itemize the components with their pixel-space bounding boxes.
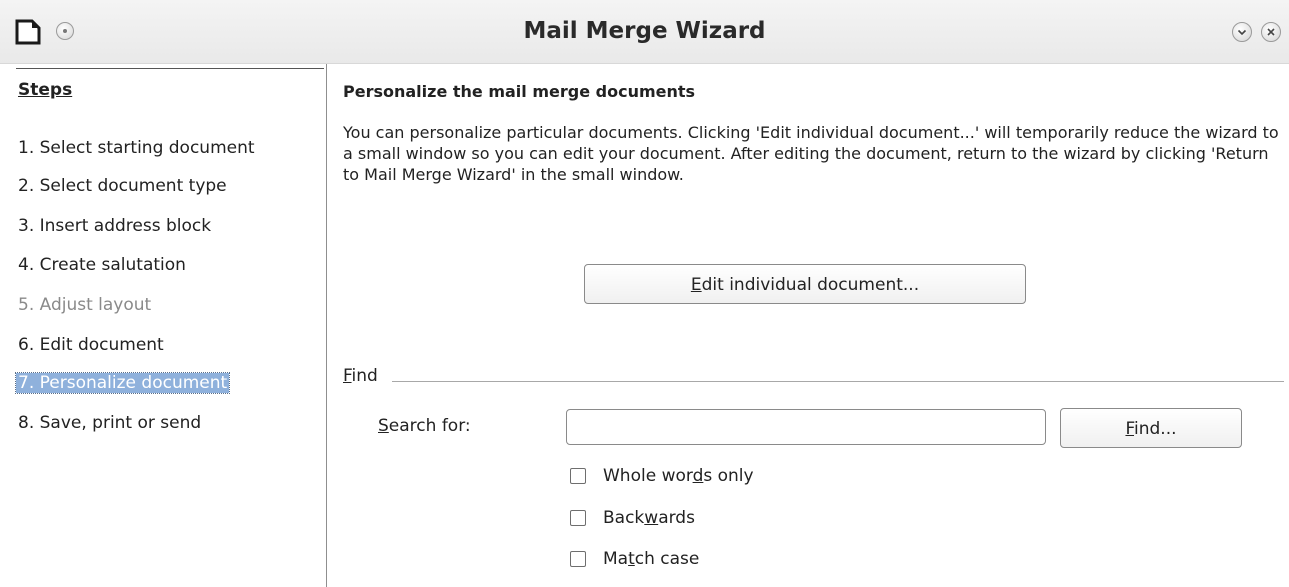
steps-panel: Steps 1. Select starting document 2. Sel… [0, 64, 327, 587]
mnemonic: E [690, 275, 702, 295]
minimize-button[interactable] [1232, 22, 1252, 42]
whole-words-checkbox[interactable] [570, 468, 586, 484]
find-button[interactable]: Find... [1060, 408, 1242, 448]
button-label: dit individual document... [701, 275, 920, 295]
step-adjust-layout: 5. Adjust layout [18, 295, 152, 315]
find-frame-line [392, 381, 1284, 382]
description-text: You can personalize particular documents… [343, 123, 1279, 184]
button-label: ind... [1134, 419, 1177, 439]
step-personalize-document[interactable]: 7. Personalize document [14, 372, 231, 394]
page-title: Personalize the mail merge documents [343, 82, 696, 101]
frame-label-text: ind [351, 366, 378, 386]
match-case-checkbox[interactable] [570, 551, 586, 567]
backwards-checkbox[interactable] [570, 510, 586, 526]
steps-heading: Steps [18, 80, 73, 100]
step-save-print-or-send[interactable]: 8. Save, print or send [18, 413, 201, 433]
page-content: Personalize the mail merge documents You… [328, 64, 1289, 587]
step-edit-document[interactable]: 6. Edit document [18, 335, 164, 355]
find-frame-label: Find [343, 366, 384, 386]
mail-merge-wizard-window: Mail Merge Wizard Steps 1. Select starti… [0, 0, 1289, 587]
chevron-down-icon [1237, 29, 1247, 36]
label-part: Ma [603, 549, 629, 569]
mnemonic: S [378, 416, 389, 436]
label-part: ch case [634, 549, 700, 569]
label-part: s only [703, 466, 754, 486]
steps-divider [16, 68, 324, 69]
mnemonic: w [644, 508, 659, 528]
label-part: ards [658, 508, 695, 528]
label-part: Whole wor [603, 466, 693, 486]
mnemonic: t [628, 549, 635, 569]
match-case-label: Match case [603, 549, 699, 569]
search-label-text: earch for: [388, 416, 471, 436]
step-select-starting-document[interactable]: 1. Select starting document [18, 138, 255, 158]
step-select-document-type[interactable]: 2. Select document type [18, 176, 227, 196]
mnemonic: d [692, 466, 704, 486]
step-create-salutation[interactable]: 4. Create salutation [18, 255, 186, 275]
title-bar: Mail Merge Wizard [0, 0, 1289, 64]
mnemonic: F [343, 366, 352, 386]
label-part: Back [603, 508, 645, 528]
close-button[interactable] [1261, 22, 1281, 42]
window-title: Mail Merge Wizard [523, 18, 766, 44]
mnemonic: F [1125, 419, 1135, 439]
whole-words-label: Whole words only [603, 466, 754, 486]
search-for-label: Search for: [378, 416, 471, 436]
step-insert-address-block[interactable]: 3. Insert address block [18, 216, 211, 236]
close-icon [1267, 28, 1275, 36]
edit-individual-document-button[interactable]: Edit individual document... [584, 264, 1026, 304]
backwards-label: Backwards [603, 508, 695, 528]
search-input[interactable] [566, 409, 1046, 445]
